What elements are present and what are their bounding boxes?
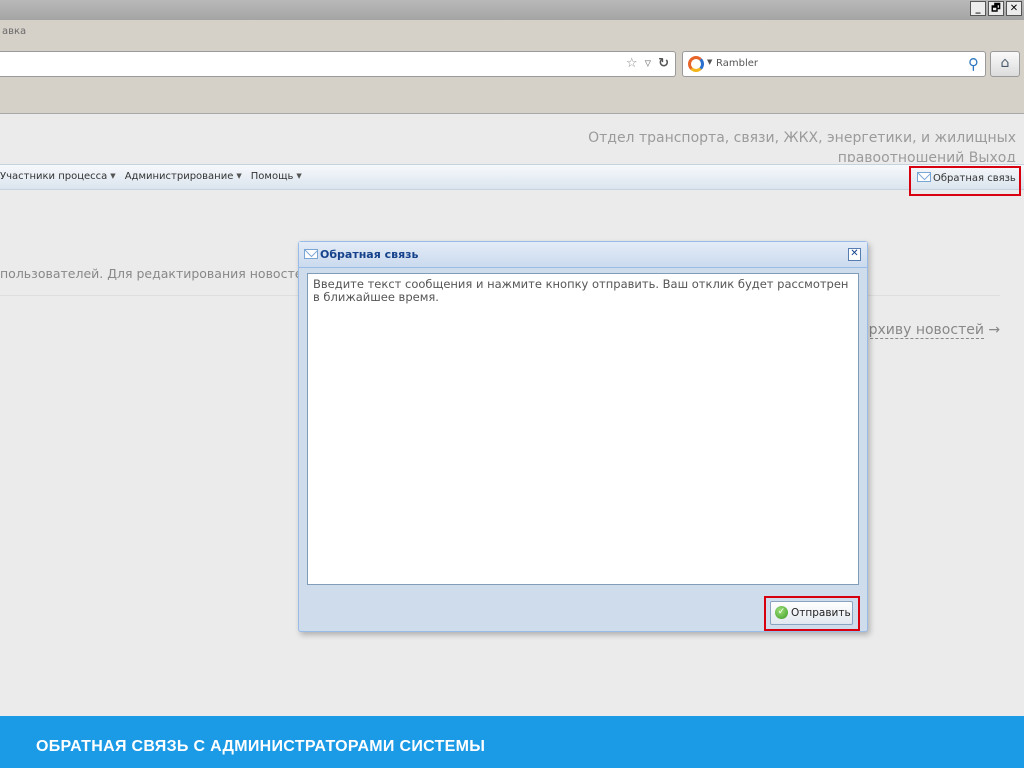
close-window-button[interactable]: ✕ <box>1006 1 1022 16</box>
dialog-title: Обратная связь <box>304 248 419 261</box>
menu-participants[interactable]: Участники процесса ▼ <box>0 171 116 182</box>
caret-down-icon: ▼ <box>236 172 242 180</box>
envelope-icon <box>304 249 318 259</box>
send-button-label: Отправить <box>791 607 851 619</box>
organization-name: Отдел транспорта, связи, ЖКХ, энергетики… <box>530 128 1016 162</box>
search-bar[interactable]: ▼ Rambler ⚲ <box>682 51 986 77</box>
engine-dropdown-icon[interactable]: ▼ <box>707 58 712 66</box>
org-line-1: Отдел транспорта, связи, ЖКХ, энергетики… <box>588 130 1016 146</box>
close-icon[interactable]: ✕ <box>848 248 861 261</box>
checkmark-icon: ✓ <box>775 606 788 619</box>
window-controls: _ 🗗 ✕ <box>970 1 1022 16</box>
search-engine-icon[interactable] <box>688 56 704 72</box>
home-icon[interactable]: ⌂ <box>990 51 1020 77</box>
news-archive-link[interactable]: архиву новостей → <box>860 322 1001 339</box>
menu-administration[interactable]: Администрирование ▼ <box>125 171 242 182</box>
arrow-right-icon: → <box>988 322 1001 338</box>
caption-banner: ОБРАТНАЯ СВЯЗЬ С АДМИНИСТРАТОРАМИ СИСТЕМ… <box>0 716 1024 768</box>
browser-navbar: ☆ ▿ ↻ ▼ Rambler ⚲ ⌂ <box>0 46 1024 86</box>
address-bar[interactable]: ☆ ▿ ↻ <box>0 51 676 77</box>
page-header: Отдел транспорта, связи, ЖКХ, энергетики… <box>0 114 1024 164</box>
caret-down-icon: ▼ <box>296 172 302 180</box>
menu-help[interactable]: Помощь ▼ <box>251 171 302 182</box>
send-button[interactable]: ✓ Отправить <box>770 601 853 625</box>
menu-item-help[interactable]: авка <box>2 26 26 37</box>
dialog-header[interactable]: Обратная связь ✕ <box>299 242 867 268</box>
reload-icon[interactable]: ↻ <box>658 56 669 71</box>
window-titlebar: _ 🗗 ✕ <box>0 0 1024 20</box>
envelope-icon <box>917 172 931 182</box>
magnifier-icon[interactable]: ⚲ <box>968 55 979 73</box>
star-icon[interactable]: ☆ <box>626 56 638 71</box>
caret-down-icon: ▼ <box>110 172 116 180</box>
news-info-text: пользователей. Для редактирования новост… <box>0 266 323 281</box>
browser-menubar: авка <box>0 20 1024 46</box>
chevron-down-icon[interactable]: ▿ <box>645 56 652 71</box>
restore-button[interactable]: 🗗 <box>988 1 1004 16</box>
address-bar-icons: ☆ ▿ ↻ <box>626 56 669 71</box>
feedback-message-input[interactable]: Введите текст сообщения и нажмите кнопку… <box>307 273 859 585</box>
feedback-dialog: Обратная связь ✕ Введите текст сообщения… <box>298 241 868 632</box>
org-line-2: правоотношений <box>837 150 965 162</box>
feedback-link-label: Обратная связь <box>933 173 1016 184</box>
search-engine-name: Rambler <box>716 58 758 69</box>
main-menu: Участники процесса ▼ Администрирование ▼ П… <box>0 164 1024 190</box>
banner-title: ОБРАТНАЯ СВЯЗЬ С АДМИНИСТРАТОРАМИ СИСТЕМ… <box>36 738 486 755</box>
minimize-button[interactable]: _ <box>970 1 986 16</box>
logout-link[interactable]: Выход <box>969 150 1016 162</box>
browser-toolbar <box>0 86 1024 114</box>
feedback-link[interactable]: Обратная связь <box>909 166 1021 196</box>
